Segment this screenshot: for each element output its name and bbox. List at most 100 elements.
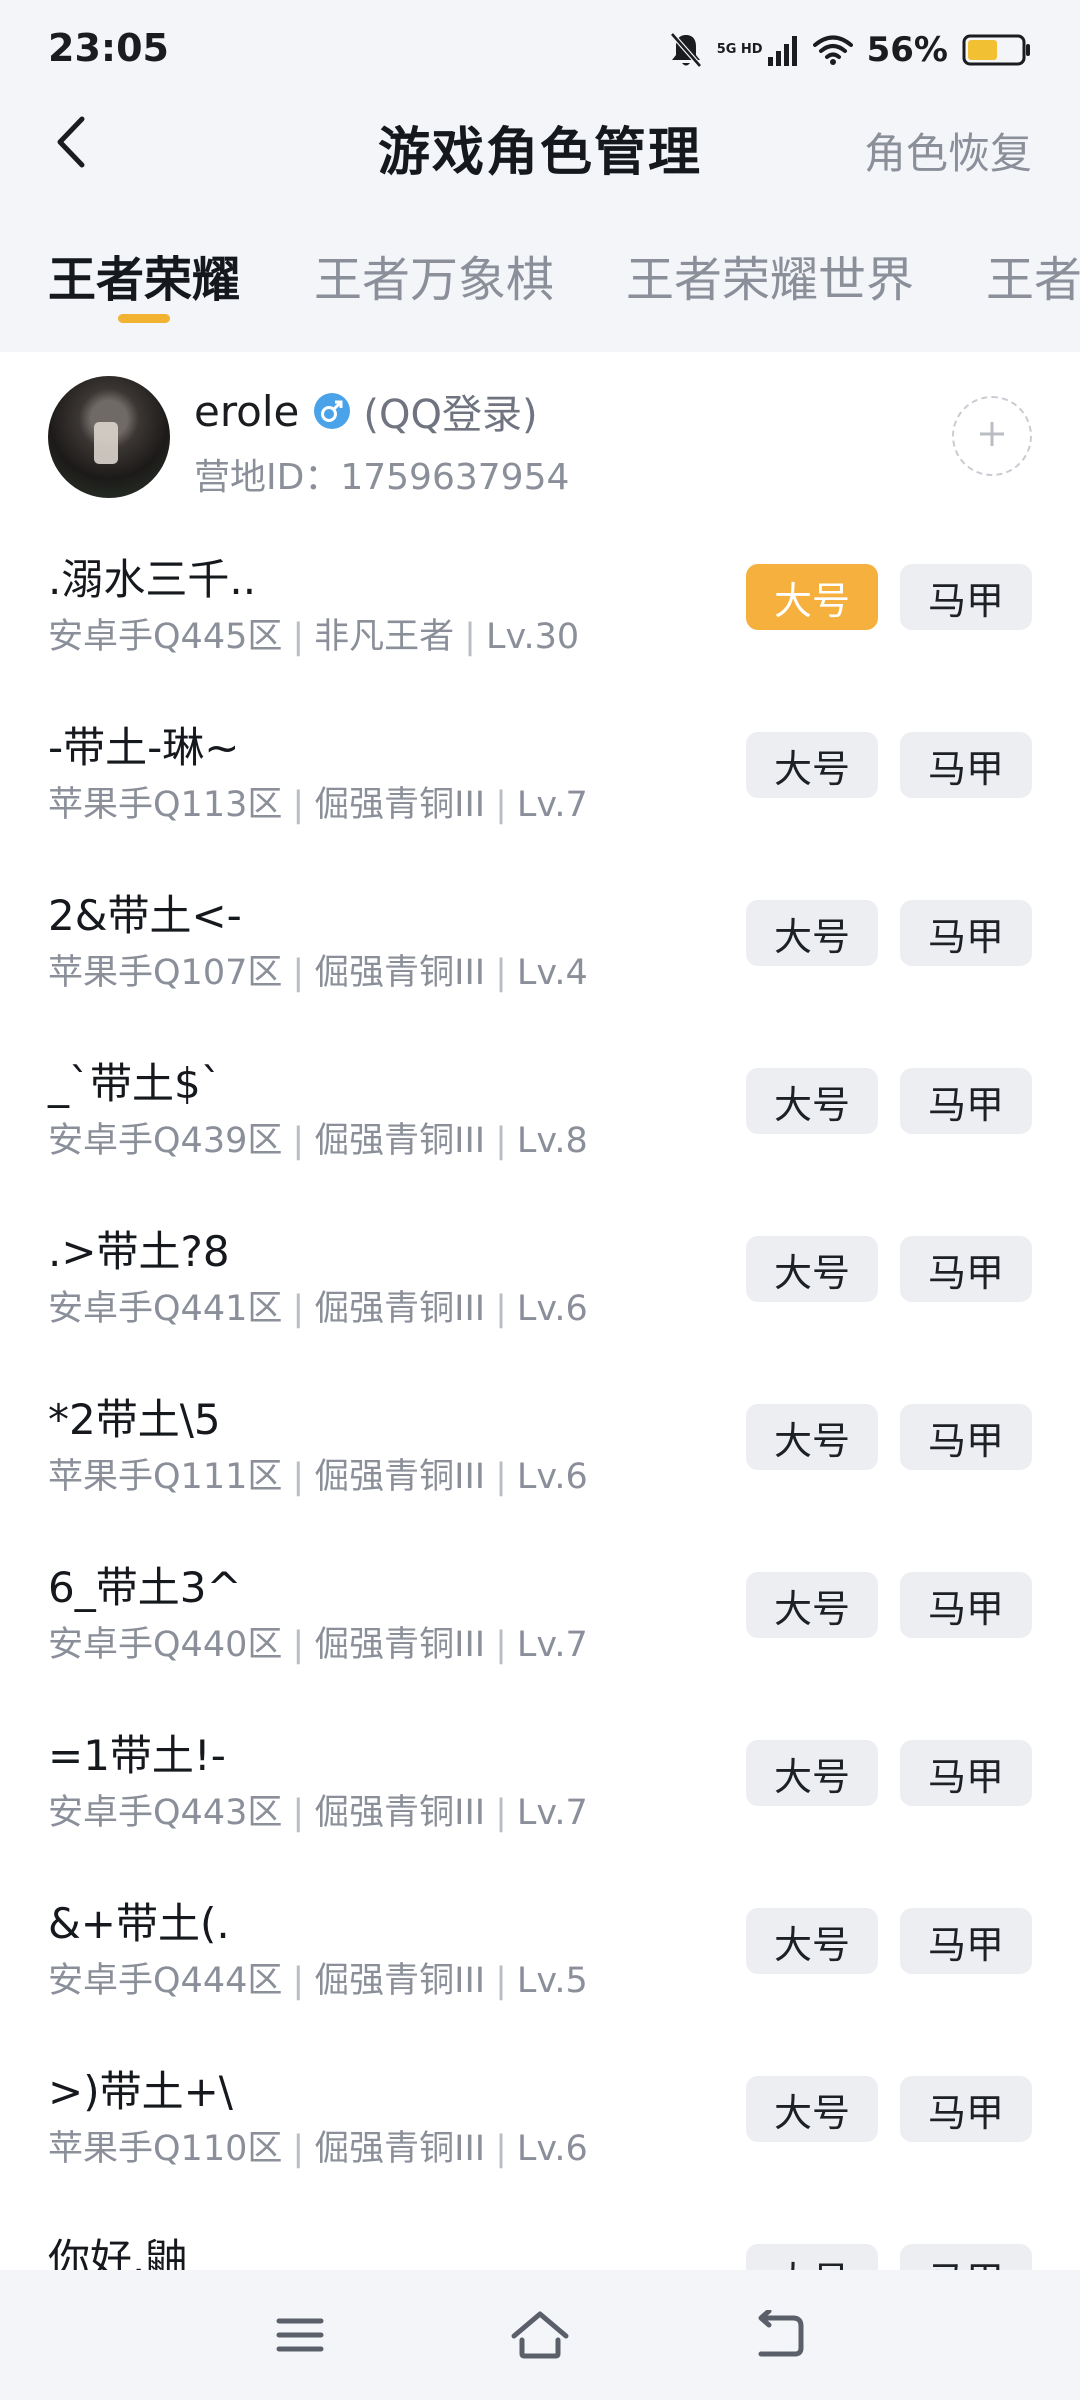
meta-separator: | <box>292 617 305 657</box>
role-rank: 倔强青铜III <box>314 1289 486 1329</box>
meta-separator: | <box>495 1793 507 1833</box>
role-rank: 非凡王者 <box>314 617 455 657</box>
alt-account-tag-button[interactable]: 马甲 <box>900 1236 1032 1302</box>
main-account-tag-button[interactable]: 大号 <box>746 1068 878 1134</box>
role-row[interactable]: 你好.鼬 大号马甲 <box>0 2200 1080 2270</box>
tab-honor-of-kings[interactable]: 王者荣耀 <box>48 240 240 310</box>
role-level: Lv.30 <box>485 617 580 657</box>
nav-bar: 游戏角色管理 角色恢复 <box>0 96 1080 192</box>
alt-account-tag-button[interactable]: 马甲 <box>900 1068 1032 1134</box>
main-account-tag-button[interactable]: 大号 <box>746 564 878 630</box>
tab-honor-chess[interactable]: 王者万象棋 <box>314 240 554 310</box>
campus-id: 营地ID：1759637954 <box>194 448 569 500</box>
campus-id-value: 1759637954 <box>340 457 570 498</box>
alt-account-tag-button[interactable]: 马甲 <box>900 2244 1032 2270</box>
role-level: Lv.8 <box>516 1121 588 1161</box>
role-meta: 安卓手Q444区 | 倔强青铜III | Lv.5 <box>48 1952 588 2003</box>
meta-separator: | <box>495 2129 507 2169</box>
meta-separator: | <box>495 953 507 993</box>
role-row[interactable]: _`带土$` 安卓手Q439区 | 倔强青铜III | Lv.8 大号 马甲 <box>0 1024 1080 1192</box>
main-account-tag-button[interactable]: 大号 <box>746 900 878 966</box>
main-account-tag-button[interactable]: 大号 <box>746 1572 878 1638</box>
meta-separator: | <box>292 1289 305 1329</box>
role-level: Lv.4 <box>516 953 588 993</box>
role-level: Lv.7 <box>516 785 588 825</box>
account-header: erole (QQ登录) 营地ID：1759637954 <box>0 352 1080 520</box>
campus-id-label: 营地ID： <box>194 457 341 498</box>
role-restore-button[interactable]: 角色恢复 <box>864 120 1032 181</box>
role-row[interactable]: .溺水三千.. 安卓手Q445区 | 非凡王者 | Lv.30 大号 马甲 <box>0 520 1080 688</box>
alt-account-tag-button[interactable]: 马甲 <box>900 900 1032 966</box>
status-bar: 23:05 5G HD 56% <box>0 0 1080 96</box>
login-type: (QQ登录) <box>363 392 538 438</box>
role-rank: 倔强青铜III <box>314 1961 486 2001</box>
role-meta: 安卓手Q445区 | 非凡王者 | Lv.30 <box>48 608 579 659</box>
battery-percent: 56% <box>866 30 948 70</box>
male-icon <box>313 392 351 430</box>
add-account-button[interactable] <box>952 396 1032 476</box>
main-account-tag-button[interactable]: 大号 <box>746 2244 878 2270</box>
alt-account-tag-button[interactable]: 马甲 <box>900 564 1032 630</box>
meta-separator: | <box>495 785 507 825</box>
role-meta: 安卓手Q443区 | 倔强青铜III | Lv.7 <box>48 1784 588 1835</box>
meta-separator: | <box>292 1961 305 2001</box>
tab-honor-world[interactable]: 王者荣耀世界 <box>626 240 914 310</box>
main-account-tag-button[interactable]: 大号 <box>746 2076 878 2142</box>
wifi-icon <box>812 34 853 66</box>
role-rank: 倔强青铜III <box>314 1121 486 1161</box>
meta-separator: | <box>292 1121 305 1161</box>
role-row[interactable]: >)带土+\ 苹果手Q110区 | 倔强青铜III | Lv.6 大号 马甲 <box>0 2032 1080 2200</box>
meta-separator: | <box>495 1121 507 1161</box>
tab-honor-more[interactable]: 王者 <box>986 240 1080 310</box>
role-platform: 苹果手Q110区 <box>48 2129 283 2169</box>
alt-account-tag-button[interactable]: 马甲 <box>900 732 1032 798</box>
menu-icon <box>275 2315 325 2359</box>
home-icon <box>510 2310 570 2364</box>
role-level: Lv.7 <box>516 1793 588 1833</box>
role-list-panel: erole (QQ登录) 营地ID：1759637954 .溺水三千.. 安卓手… <box>0 352 1080 2270</box>
alt-account-tag-button[interactable]: 马甲 <box>900 1908 1032 1974</box>
role-rank: 倔强青铜III <box>314 1625 486 1665</box>
role-platform: 安卓手Q443区 <box>48 1793 283 1833</box>
role-platform: 苹果手Q111区 <box>48 1457 283 1497</box>
role-row[interactable]: *2带土\5 苹果手Q111区 | 倔强青铜III | Lv.6 大号 马甲 <box>0 1360 1080 1528</box>
home-button[interactable] <box>505 2302 575 2372</box>
main-account-tag-button[interactable]: 大号 <box>746 1740 878 1806</box>
role-platform: 苹果手Q107区 <box>48 953 283 993</box>
game-tab-strip: 王者荣耀 王者万象棋 王者荣耀世界 王者 <box>0 192 1080 352</box>
meta-separator: | <box>292 1793 305 1833</box>
alt-account-tag-button[interactable]: 马甲 <box>900 1404 1032 1470</box>
role-row[interactable]: .>带土?8 安卓手Q441区 | 倔强青铜III | Lv.6 大号 马甲 <box>0 1192 1080 1360</box>
role-meta: 安卓手Q439区 | 倔强青铜III | Lv.8 <box>48 1112 588 1163</box>
role-row[interactable]: 2&带土<- 苹果手Q107区 | 倔强青铜III | Lv.4 大号 马甲 <box>0 856 1080 1024</box>
main-account-tag-button[interactable]: 大号 <box>746 1236 878 1302</box>
alt-account-tag-button[interactable]: 马甲 <box>900 1572 1032 1638</box>
role-name: _`带土$` <box>48 1059 222 1108</box>
role-rank: 倔强青铜III <box>314 785 486 825</box>
main-account-tag-button[interactable]: 大号 <box>746 1908 878 1974</box>
role-name: 2&带土<- <box>48 891 242 940</box>
meta-separator: | <box>495 1625 507 1665</box>
menu-button[interactable] <box>265 2302 335 2372</box>
back-nav-icon <box>753 2308 807 2364</box>
meta-separator: | <box>292 785 305 825</box>
role-meta: 安卓手Q441区 | 倔强青铜III | Lv.6 <box>48 1280 588 1331</box>
main-account-tag-button[interactable]: 大号 <box>746 732 878 798</box>
alt-account-tag-button[interactable]: 马甲 <box>900 2076 1032 2142</box>
avatar[interactable] <box>48 376 170 498</box>
signal-icon <box>767 33 799 67</box>
role-name: 6_带土3^ <box>48 1563 242 1612</box>
alt-account-tag-button[interactable]: 马甲 <box>900 1740 1032 1806</box>
back-nav-button[interactable] <box>745 2302 815 2372</box>
main-account-tag-button[interactable]: 大号 <box>746 1404 878 1470</box>
role-row[interactable]: =1带土!- 安卓手Q443区 | 倔强青铜III | Lv.7 大号 马甲 <box>0 1696 1080 1864</box>
role-meta: 苹果手Q113区 | 倔强青铜III | Lv.7 <box>48 776 588 827</box>
active-tab-indicator <box>118 314 170 323</box>
role-name: .溺水三千.. <box>48 555 257 604</box>
role-row[interactable]: 6_带土3^ 安卓手Q440区 | 倔强青铜III | Lv.7 大号 马甲 <box>0 1528 1080 1696</box>
role-platform: 安卓手Q439区 <box>48 1121 283 1161</box>
role-row[interactable]: -带土-琳~ 苹果手Q113区 | 倔强青铜III | Lv.7 大号 马甲 <box>0 688 1080 856</box>
role-platform: 安卓手Q444区 <box>48 1961 283 2001</box>
role-row[interactable]: &+带土(. 安卓手Q444区 | 倔强青铜III | Lv.5 大号 马甲 <box>0 1864 1080 2032</box>
role-name: .>带土?8 <box>48 1227 230 1276</box>
